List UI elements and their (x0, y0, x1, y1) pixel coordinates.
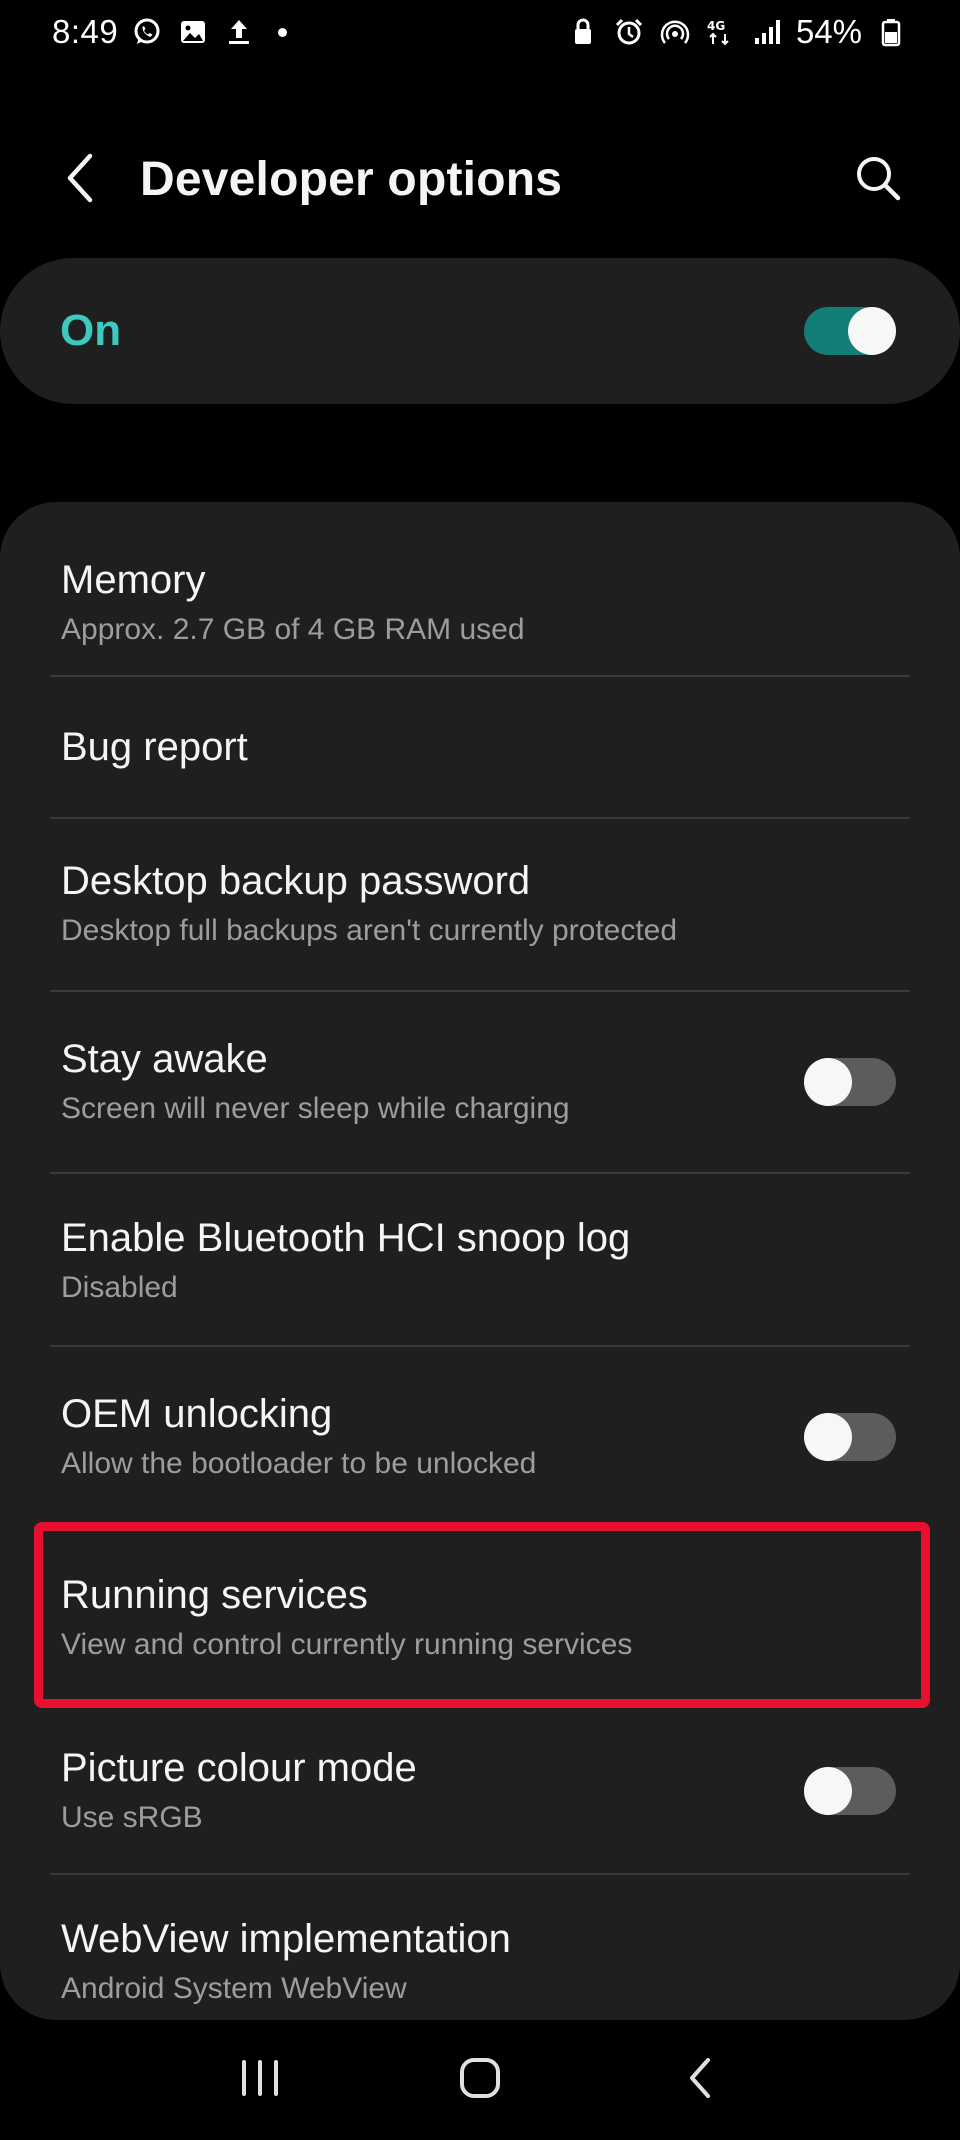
setting-title: Desktop backup password (61, 859, 531, 903)
toggle-knob (804, 1413, 852, 1461)
alarm-icon (612, 15, 646, 49)
navigation-bar (0, 2020, 960, 2140)
toggle-knob (804, 1767, 852, 1815)
setting-title: Bug report (61, 725, 248, 769)
setting-subtitle: Disabled (61, 1271, 178, 1304)
setting-title: Stay awake (61, 1037, 268, 1081)
setting-desktop-backup-password[interactable]: Desktop backup password Desktop full bac… (0, 820, 960, 988)
search-button[interactable] (848, 150, 908, 210)
signal-icon (750, 15, 784, 49)
setting-subtitle: Use sRGB (61, 1801, 203, 1834)
setting-subtitle: Android System WebView (61, 1972, 407, 2005)
hotspot-icon (658, 15, 692, 49)
divider (50, 817, 910, 819)
toggle-knob (848, 307, 896, 355)
notification-dot-icon (278, 27, 288, 37)
developer-options-master-switch[interactable]: On (0, 258, 960, 404)
setting-subtitle: Screen will never sleep while charging (61, 1092, 570, 1125)
setting-title: Running services (61, 1573, 368, 1617)
divider (50, 1345, 910, 1347)
setting-stay-awake[interactable]: Stay awake Screen will never sleep while… (0, 993, 960, 1171)
page-title: Developer options (140, 153, 563, 206)
setting-memory[interactable]: Memory Approx. 2.7 GB of 4 GB RAM used (0, 534, 960, 672)
setting-subtitle: View and control currently running servi… (61, 1628, 633, 1661)
setting-title: Enable Bluetooth HCI snoop log (61, 1216, 631, 1260)
oem-unlocking-toggle[interactable] (804, 1413, 896, 1461)
setting-title: Memory (61, 558, 206, 602)
nav-back-button[interactable] (660, 2040, 740, 2120)
toggle-knob (804, 1058, 852, 1106)
setting-subtitle: Approx. 2.7 GB of 4 GB RAM used (61, 613, 525, 646)
divider (50, 675, 910, 677)
app-bar: Developer options (0, 130, 960, 230)
search-icon (853, 153, 903, 208)
4g-lte-icon: 4G (704, 15, 738, 49)
settings-list: Memory Approx. 2.7 GB of 4 GB RAM used B… (0, 502, 960, 2020)
setting-subtitle: Allow the bootloader to be unlocked (61, 1447, 537, 1480)
setting-title: WebView implementation (61, 1917, 511, 1961)
back-icon (684, 2056, 716, 2105)
setting-running-services[interactable]: Running services View and control curren… (0, 1532, 960, 1704)
setting-title: OEM unlocking (61, 1392, 333, 1436)
divider (50, 1873, 910, 1875)
upload-icon (222, 15, 256, 49)
status-time: 8:49 (52, 13, 119, 50)
status-bar-left: 8:49 (52, 13, 288, 51)
gallery-icon (176, 15, 210, 49)
setting-bluetooth-hci-snoop-log[interactable]: Enable Bluetooth HCI snoop log Disabled (0, 1175, 960, 1347)
setting-subtitle: Desktop full backups aren't currently pr… (61, 914, 678, 947)
home-button[interactable] (440, 2040, 520, 2120)
setting-oem-unlocking[interactable]: OEM unlocking Allow the bootloader to be… (0, 1348, 960, 1526)
recents-icon (238, 2058, 282, 2103)
divider (50, 1172, 910, 1174)
lock-icon (566, 15, 600, 49)
home-icon (458, 2056, 502, 2105)
battery-percent: 54% (795, 13, 862, 50)
status-bar-right: 4G 54% (566, 13, 908, 51)
back-button[interactable] (50, 150, 110, 210)
picture-colour-mode-toggle[interactable] (804, 1767, 896, 1815)
setting-title: Picture colour mode (61, 1746, 417, 1790)
chevron-left-icon (62, 152, 98, 209)
setting-picture-colour-mode[interactable]: Picture colour mode Use sRGB (0, 1706, 960, 1876)
stay-awake-toggle[interactable] (804, 1058, 896, 1106)
status-bar: 8:49 4G 54% (0, 0, 960, 64)
svg-text:4G: 4G (707, 19, 725, 33)
master-toggle[interactable] (804, 307, 896, 355)
whatsapp-icon (130, 15, 164, 49)
recents-button[interactable] (220, 2040, 300, 2120)
master-switch-label: On (60, 306, 122, 355)
screen: 8:49 4G 54% Developer options On Memory … (0, 0, 960, 2140)
battery-icon (874, 15, 908, 49)
divider (50, 990, 910, 992)
setting-webview-implementation[interactable]: WebView implementation Android System We… (0, 1876, 960, 2020)
setting-bug-report[interactable]: Bug report (0, 678, 960, 816)
